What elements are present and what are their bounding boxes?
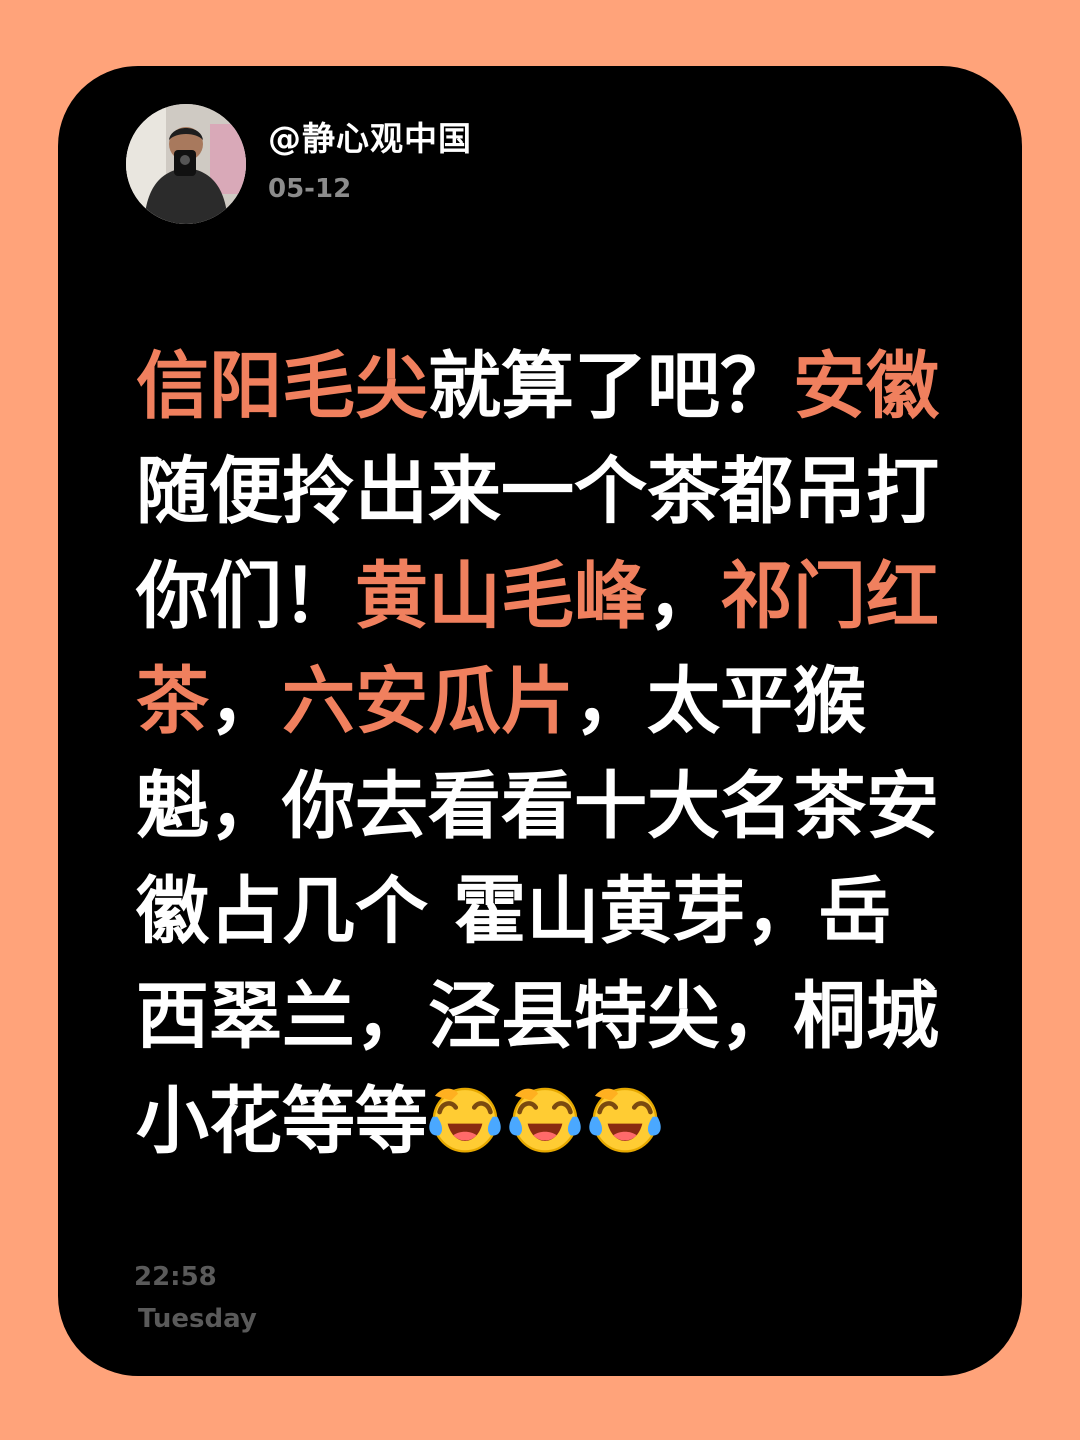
username[interactable]: @静心观中国 xyxy=(268,112,472,160)
clock-weekday: Tuesday xyxy=(138,1304,257,1334)
post-text-segment: 安徽 xyxy=(793,344,939,429)
avatar[interactable] xyxy=(126,104,246,224)
post-text-segment: 信阳毛尖 xyxy=(136,344,428,429)
post-text-segment: 六安瓜片 xyxy=(282,659,574,744)
post-text-segment: 就算了吧？ xyxy=(428,344,793,429)
post-text-segment: 黄山毛峰 xyxy=(355,554,647,639)
post-body: 信阳毛尖就算了吧？安徽随便拎出来一个茶都吊打你们！黄山毛峰，祁门红茶，六安瓜片，… xyxy=(136,334,956,1174)
clock-time: 22:58 xyxy=(134,1262,217,1292)
post-text-segment: ， xyxy=(647,554,720,639)
post-text-segment: ， xyxy=(209,659,282,744)
post-date: 05-12 xyxy=(268,174,352,204)
laughing-crying-emoji-icon xyxy=(588,1082,662,1156)
avatar-photo-icon xyxy=(126,104,246,224)
laughing-crying-emoji-icon xyxy=(508,1082,582,1156)
post-card: @静心观中国 05-12 信阳毛尖就算了吧？安徽随便拎出来一个茶都吊打你们！黄山… xyxy=(58,66,1022,1376)
laughing-crying-emoji-icon xyxy=(428,1082,502,1156)
